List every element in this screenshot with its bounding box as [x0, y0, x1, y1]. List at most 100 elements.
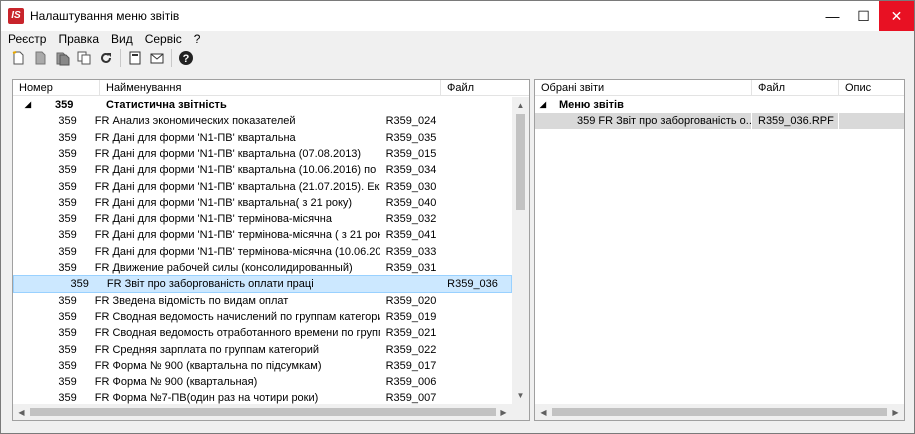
selected-reports-header: Обрані звіти Файл Опис — [535, 80, 904, 96]
table-row[interactable]: 359 FR Форма № 900 (квартальна по підсумк… — [13, 358, 440, 374]
cell-name: FR Дані для форми 'N1-ПВ' квартальна( з … — [94, 196, 353, 209]
header-description[interactable]: Опис — [839, 80, 904, 96]
cell-name: FR Дані для форми 'N1-ПВ' квартальна (10… — [94, 164, 380, 177]
title-bar: IS Налаштування меню звітів — ☐ ✕ — [1, 1, 914, 31]
table-row[interactable]: 359 FR Дані для форми 'N1-ПВ' квартальна … — [13, 146, 440, 162]
table-row[interactable]: 359 FR Сводная ведомость начислений по гр… — [13, 309, 440, 325]
table-row[interactable]: 359 FR Движение рабочей силы (консолидиро… — [13, 260, 440, 276]
cell-name: FR Движение рабочей силы (консолидирован… — [94, 262, 353, 274]
toolbar-separator — [171, 49, 172, 67]
menu-help[interactable]: ? — [187, 32, 206, 46]
help-icon[interactable]: ? — [175, 48, 197, 68]
edit-doc-icon[interactable] — [29, 48, 51, 68]
table-row[interactable]: 359 FR Дані для форми 'N1-ПВ' квартальна R… — [13, 130, 440, 146]
cell-number: 359 — [58, 343, 77, 356]
main-window: IS Налаштування меню звітів — ☐ ✕ Реєстр… — [0, 0, 915, 434]
table-row[interactable]: 359 FR Дані для форми 'N1-ПВ' квартальна … — [13, 162, 440, 178]
left-vertical-scrollbar[interactable]: ▲ ▼ — [512, 97, 529, 404]
cell-file: R359_036 — [447, 278, 498, 291]
cell-file: R359_033 — [385, 245, 437, 258]
table-row[interactable]: 359 FR Анализ экономических показателей R3… — [13, 113, 440, 129]
scroll-thumb[interactable] — [30, 408, 496, 416]
cell-file: R359_036.RPF — [752, 113, 839, 129]
cell-file: R359_041 — [385, 229, 437, 242]
table-row[interactable]: 359 FR Форма № 900 (квартальная) R359_006 — [13, 374, 440, 390]
scroll-up-icon[interactable]: ▲ — [512, 97, 529, 114]
maximize-button[interactable]: ☐ — [848, 1, 879, 31]
cell-file: R359_019 — [385, 310, 437, 323]
cell-file: R359_032 — [385, 213, 437, 226]
expand-arrow-icon[interactable]: ◢ — [535, 97, 551, 113]
scroll-left-icon[interactable]: ◀ — [13, 404, 30, 420]
cell-name: FR Сводная ведомость отработанного време… — [94, 327, 380, 340]
table-row[interactable]: 359 FR Дані для форми 'N1-ПВ' квартальна(… — [13, 195, 440, 211]
mail-icon[interactable] — [146, 48, 168, 68]
menu-service[interactable]: Сервіс — [138, 32, 187, 46]
cell-number: 359 — [58, 245, 77, 258]
scroll-left-icon[interactable]: ◀ — [535, 404, 552, 420]
cell-name: FR Звіт про заборгованість оплати праці — [106, 278, 314, 291]
cell-file: R359_035 — [385, 131, 437, 144]
copy-doc-icon[interactable] — [73, 48, 95, 68]
cell-file: R359_006 — [385, 376, 437, 389]
group-row[interactable]: ◢ Меню звітів — [535, 97, 904, 113]
table-row[interactable]: 359 FR Дані для форми 'N1-ПВ' квартальна … — [13, 179, 440, 195]
cell-number: 359 — [58, 376, 77, 389]
header-file[interactable]: Файл — [441, 80, 529, 96]
selected-report-row[interactable]: 359 FR Звіт про заборгованість о... R359_… — [535, 113, 904, 129]
menu-view[interactable]: Вид — [104, 32, 138, 46]
cell-number: 359 — [58, 294, 77, 307]
menu-registry[interactable]: Реєстр — [1, 32, 51, 46]
cell-number: 359 — [58, 131, 77, 144]
new-doc-icon[interactable] — [7, 48, 29, 68]
cell-file: R359_017 — [385, 359, 437, 372]
cell-file: R359_022 — [385, 343, 437, 356]
table-row[interactable]: 359 FR Сводная ведомость отработанного вр… — [13, 325, 440, 341]
cell-name: FR Сводная ведомость начислений по групп… — [94, 310, 380, 323]
cell-name: FR Форма № 900 (квартальная) — [94, 376, 258, 389]
cell-file: R359_030 — [385, 180, 437, 193]
window-title: Налаштування меню звітів — [30, 9, 180, 23]
cell-file: R359_040 — [385, 196, 437, 209]
refresh-icon[interactable] — [95, 48, 117, 68]
header-number[interactable]: Номер — [13, 80, 100, 96]
app-logo-icon: IS — [8, 8, 24, 24]
table-row[interactable]: 359 FR Дані для форми 'N1-ПВ' термінова-м… — [13, 227, 440, 243]
close-button[interactable]: ✕ — [879, 1, 914, 31]
expand-arrow-icon[interactable]: ◢ — [13, 97, 43, 113]
scroll-right-icon[interactable]: ▶ — [495, 404, 512, 420]
cell-file: R359_031 — [385, 262, 437, 274]
left-horizontal-scrollbar[interactable]: ◀ ▶ — [13, 404, 529, 420]
cell-number: 359 — [58, 327, 77, 340]
header-file[interactable]: Файл — [752, 80, 839, 96]
toolbar-separator — [120, 49, 121, 67]
scroll-thumb[interactable] — [516, 114, 525, 210]
scroll-down-icon[interactable]: ▼ — [512, 387, 529, 404]
cell-name: FR Зведена відомість по видам оплат — [94, 294, 289, 307]
cell-name: FR Анализ экономических показателей — [94, 115, 296, 128]
cell-name: FR Дані для форми 'N1-ПВ' квартальна (07… — [94, 147, 362, 160]
right-horizontal-scrollbar[interactable]: ◀ ▶ — [535, 404, 904, 420]
table-row[interactable]: 359 FR Средняя зарплата по группам катего… — [13, 342, 440, 358]
delete-doc-icon[interactable] — [51, 48, 73, 68]
table-row[interactable]: 359 FR Звіт про заборгованість оплати пра… — [13, 275, 512, 294]
header-name[interactable]: Найменування — [100, 80, 441, 96]
menu-edit[interactable]: Правка — [51, 32, 104, 46]
cell-name: FR Дані для форми 'N1-ПВ' квартальна (21… — [94, 180, 380, 193]
scroll-right-icon[interactable]: ▶ — [887, 404, 904, 420]
print-icon[interactable] — [124, 48, 146, 68]
group-row[interactable]: ◢ 359 Статистична звітність — [13, 97, 512, 113]
table-row[interactable]: 359 FR Дані для форми 'N1-ПВ' термінова-м… — [13, 211, 440, 227]
scroll-thumb[interactable] — [552, 408, 887, 416]
header-selected-reports[interactable]: Обрані звіти — [535, 80, 752, 96]
cell-number: 359 — [58, 310, 77, 323]
group-number: 359 — [55, 99, 74, 111]
table-row[interactable]: 359 FR Дані для форми 'N1-ПВ' термінова-м… — [13, 244, 440, 260]
cell-description — [839, 113, 904, 129]
table-row[interactable]: 359 FR Зведена відомість по видам оплат R3… — [13, 293, 440, 309]
cell-number: 359 — [58, 359, 77, 372]
minimize-button[interactable]: — — [817, 1, 848, 31]
cell-file: R359_034 — [385, 164, 437, 177]
cell-report-name: 359 FR Звіт про заборгованість о... — [535, 113, 752, 129]
cell-file: R359_024 — [385, 115, 437, 128]
